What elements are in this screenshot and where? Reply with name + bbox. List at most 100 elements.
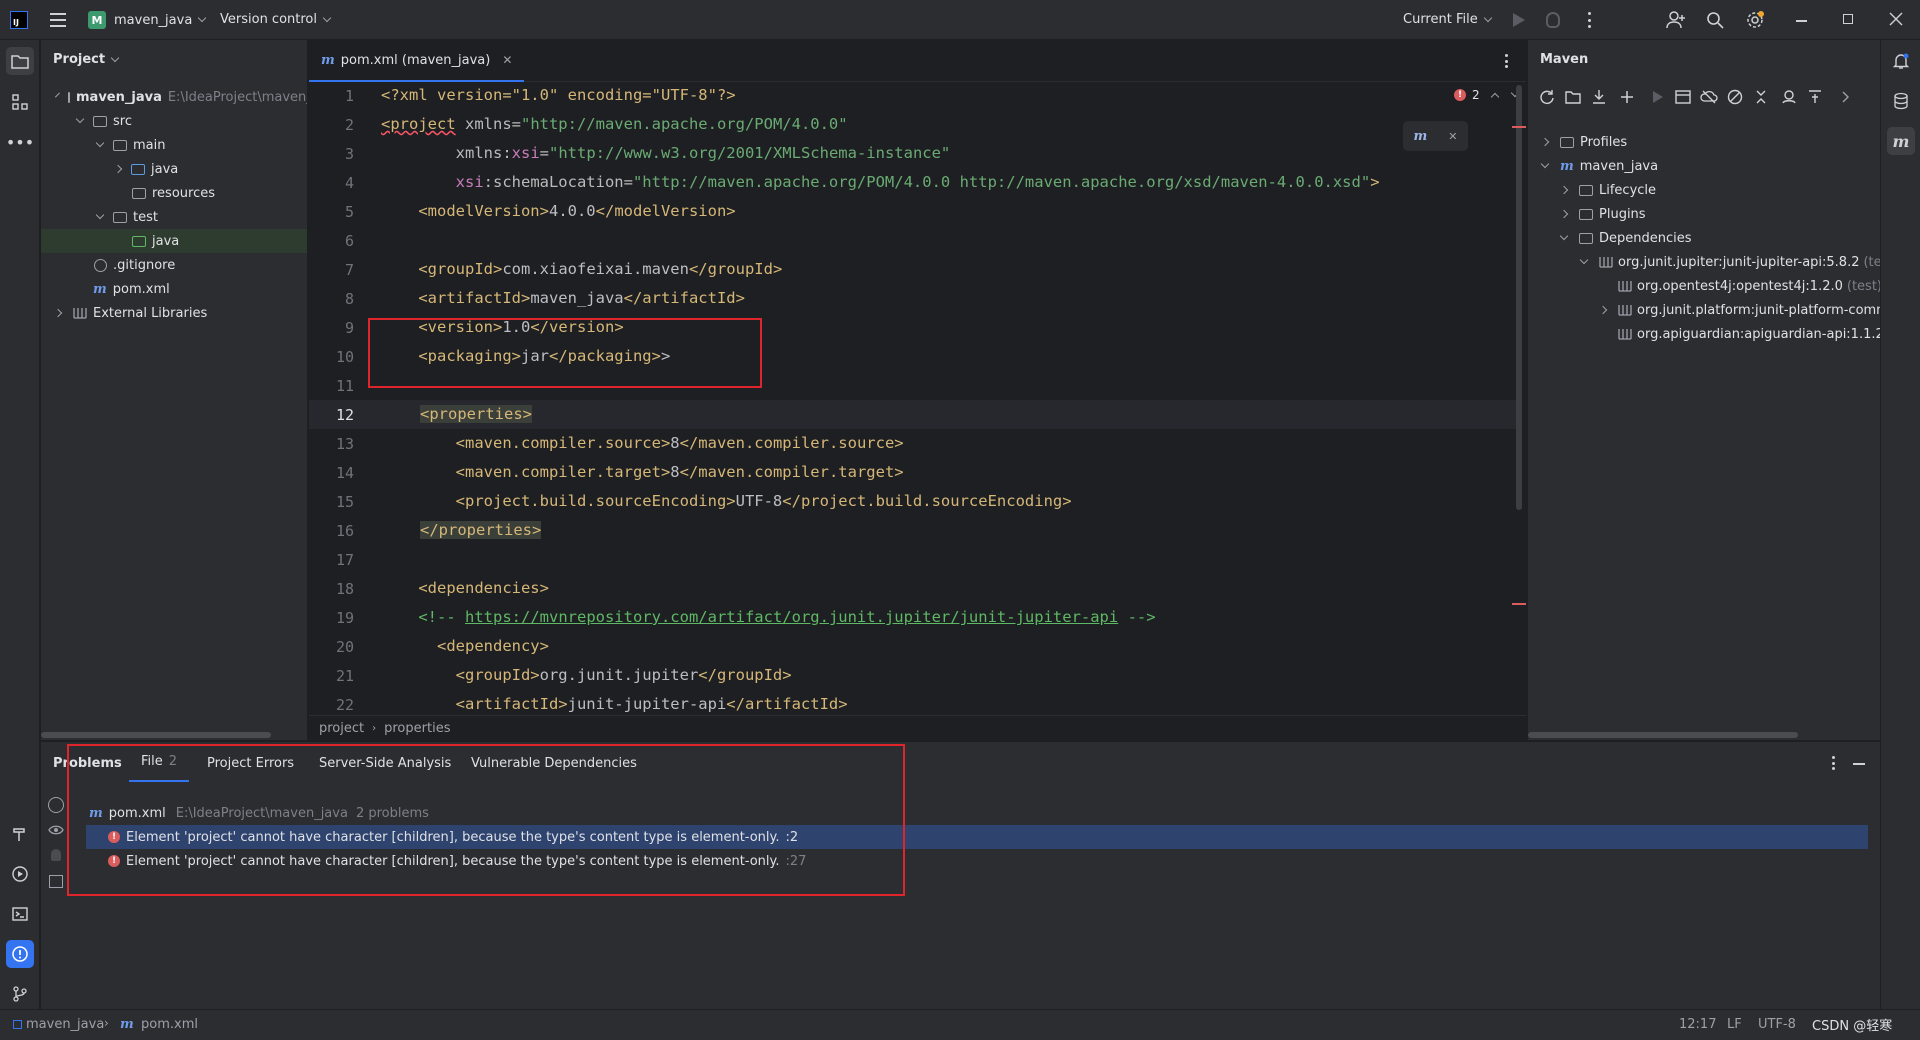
- status-breadcrumb-file[interactable]: pom.xml: [141, 1017, 198, 1032]
- tree-item-main-java[interactable]: java: [41, 157, 307, 181]
- settings-gear-icon[interactable]: [1745, 10, 1765, 30]
- previous-error-icon[interactable]: [1490, 92, 1499, 102]
- maven-tree-item-lifecycle[interactable]: Lifecycle: [1528, 178, 1656, 202]
- error-count: 2: [1472, 88, 1480, 102]
- project-panel-title[interactable]: Project: [53, 52, 120, 67]
- notifications-button[interactable]: [1887, 47, 1915, 75]
- maven-tree-label: org.apiguardian:apiguardian-api:1.1.2: [1637, 326, 1884, 342]
- problem-item[interactable]: ! Element 'project' cannot have characte…: [86, 825, 1868, 849]
- maven-reload-icon[interactable]: m: [1414, 129, 1428, 144]
- editor-vertical-scrollbar[interactable]: [1516, 85, 1522, 510]
- close-icon[interactable]: ✕: [1448, 130, 1457, 143]
- resources-folder-icon: [132, 187, 146, 199]
- tab-options-icon[interactable]: [1504, 54, 1508, 68]
- app-logo-icon[interactable]: IJ: [10, 11, 28, 29]
- lightbulb-icon[interactable]: [51, 849, 61, 861]
- problems-tool-button[interactable]: [6, 940, 34, 968]
- hide-panel-icon[interactable]: [1853, 763, 1865, 765]
- close-tab-icon[interactable]: ✕: [502, 53, 512, 67]
- inspection-widget[interactable]: ! 2: [1454, 88, 1519, 102]
- run-icon[interactable]: [1513, 13, 1525, 27]
- breadcrumb-item[interactable]: project: [319, 721, 364, 736]
- status-breadcrumb-project[interactable]: maven_java: [26, 1017, 104, 1032]
- run-maven-build-icon[interactable]: [1648, 88, 1666, 106]
- tree-item-main[interactable]: main: [41, 133, 307, 157]
- close-window-icon[interactable]: [1889, 12, 1903, 26]
- tree-item-pom-xml[interactable]: m pom.xml: [41, 277, 307, 301]
- main-menu-icon[interactable]: [50, 13, 66, 27]
- toggle-view-icon[interactable]: [1806, 88, 1824, 106]
- search-icon[interactable]: [1706, 11, 1724, 29]
- terminal-tool-button[interactable]: [6, 900, 34, 928]
- skip-tests-icon[interactable]: [1726, 88, 1744, 106]
- tree-item-gitignore[interactable]: .gitignore: [41, 253, 307, 277]
- add-icon[interactable]: [1618, 88, 1636, 106]
- tree-item-label: main: [133, 137, 166, 153]
- run-config-selector[interactable]: Current File: [1403, 12, 1492, 27]
- maven-tree-item-profiles[interactable]: Profiles: [1528, 130, 1627, 154]
- error-stripe-mark[interactable]: [1512, 603, 1526, 605]
- horizontal-scrollbar[interactable]: [41, 732, 271, 738]
- problem-item[interactable]: ! Element 'project' cannot have characte…: [86, 849, 806, 873]
- tree-item-maven-java[interactable]: maven_java E:\IdeaProject\maven_: [41, 85, 307, 109]
- panel-options-icon[interactable]: [1831, 756, 1835, 770]
- maven-tree-item-dependencies[interactable]: Dependencies: [1528, 226, 1692, 250]
- auto-scroll-icon[interactable]: [48, 797, 64, 813]
- eye-icon[interactable]: [48, 824, 64, 836]
- maven-tool-button[interactable]: m: [1887, 127, 1915, 155]
- preview-icon[interactable]: [49, 875, 63, 888]
- tab-file[interactable]: File 2: [129, 742, 190, 782]
- vcs-widget[interactable]: Version control: [220, 12, 332, 27]
- maven-dependency-item[interactable]: org.apiguardian:apiguardian-api:1.1.2 (t: [1528, 322, 1898, 346]
- open-tag: <artifactId>: [381, 695, 568, 713]
- horizontal-scrollbar[interactable]: [1528, 732, 1798, 738]
- tab-pom-xml[interactable]: m pom.xml (maven_java) ✕: [309, 40, 525, 82]
- tree-item-resources[interactable]: resources: [41, 181, 307, 205]
- database-tool-button[interactable]: [1887, 87, 1915, 115]
- add-user-icon[interactable]: [1666, 11, 1686, 29]
- debug-icon[interactable]: [1546, 12, 1560, 28]
- maven-reload-popup[interactable]: m ✕: [1403, 121, 1468, 151]
- maven-dependency-item[interactable]: org.junit.platform:junit-platform-commo: [1528, 298, 1897, 322]
- maven-tree-item-maven-java[interactable]: m maven_java: [1528, 154, 1658, 178]
- file-encoding[interactable]: UTF-8: [1758, 1017, 1796, 1032]
- line-number: 16: [335, 522, 354, 540]
- tree-item-external-libraries[interactable]: External Libraries: [41, 301, 307, 325]
- project-switcher[interactable]: M maven_java: [88, 11, 207, 29]
- offline-mode-icon[interactable]: [1700, 88, 1718, 106]
- tab-server-side-analysis[interactable]: Server-Side Analysis: [319, 742, 451, 784]
- reload-icon[interactable]: [1538, 88, 1556, 106]
- line-separator[interactable]: LF: [1727, 1017, 1742, 1032]
- caret-position[interactable]: 12:17: [1679, 1017, 1716, 1032]
- build-tool-button[interactable]: [6, 820, 34, 848]
- comment-link[interactable]: https://mvnrepository.com/artifact/org.j…: [465, 608, 1118, 626]
- restore-icon[interactable]: [1843, 14, 1853, 24]
- structure-tool-button[interactable]: [6, 88, 34, 116]
- show-dependencies-icon[interactable]: [1780, 88, 1798, 106]
- maven-dependency-item[interactable]: org.opentest4j:opentest4j:1.2.0 (test): [1528, 274, 1882, 298]
- services-tool-button[interactable]: [6, 860, 34, 888]
- breadcrumb-item[interactable]: properties: [384, 721, 450, 736]
- tree-item-src[interactable]: src: [41, 109, 307, 133]
- download-icon[interactable]: [1590, 88, 1608, 106]
- collapse-all-icon[interactable]: [1752, 88, 1770, 106]
- more-tools-button[interactable]: •••: [6, 128, 34, 156]
- project-tool-button[interactable]: [6, 47, 34, 75]
- maven-panel: Maven Profiles m maven_java Lifecycle Pl…: [1527, 40, 1898, 740]
- error-stripe-mark[interactable]: [1512, 126, 1526, 128]
- tab-vulnerable-dependencies[interactable]: Vulnerable Dependencies: [471, 742, 637, 784]
- more-actions-icon[interactable]: [1587, 12, 1591, 28]
- problem-file-row[interactable]: m pom.xml E:\IdeaProject\maven_java 2 pr…: [89, 801, 429, 825]
- maven-tree-item-plugins[interactable]: Plugins: [1528, 202, 1646, 226]
- execute-goal-icon[interactable]: [1674, 88, 1692, 106]
- git-tool-button[interactable]: [6, 980, 34, 1008]
- tree-item-test[interactable]: test: [41, 205, 307, 229]
- tab-project-errors[interactable]: Project Errors: [207, 742, 294, 784]
- tree-item-test-java[interactable]: java: [41, 229, 307, 253]
- line-number: 10: [335, 348, 354, 366]
- chevron-right-icon[interactable]: [1836, 88, 1854, 106]
- maven-dependency-item[interactable]: org.junit.jupiter:junit-jupiter-api:5.8.…: [1528, 250, 1888, 274]
- code-line-21: <groupId>org.junit.jupiter</groupId>: [381, 666, 792, 684]
- minimize-icon[interactable]: [1796, 20, 1807, 22]
- generate-sources-icon[interactable]: [1564, 88, 1582, 106]
